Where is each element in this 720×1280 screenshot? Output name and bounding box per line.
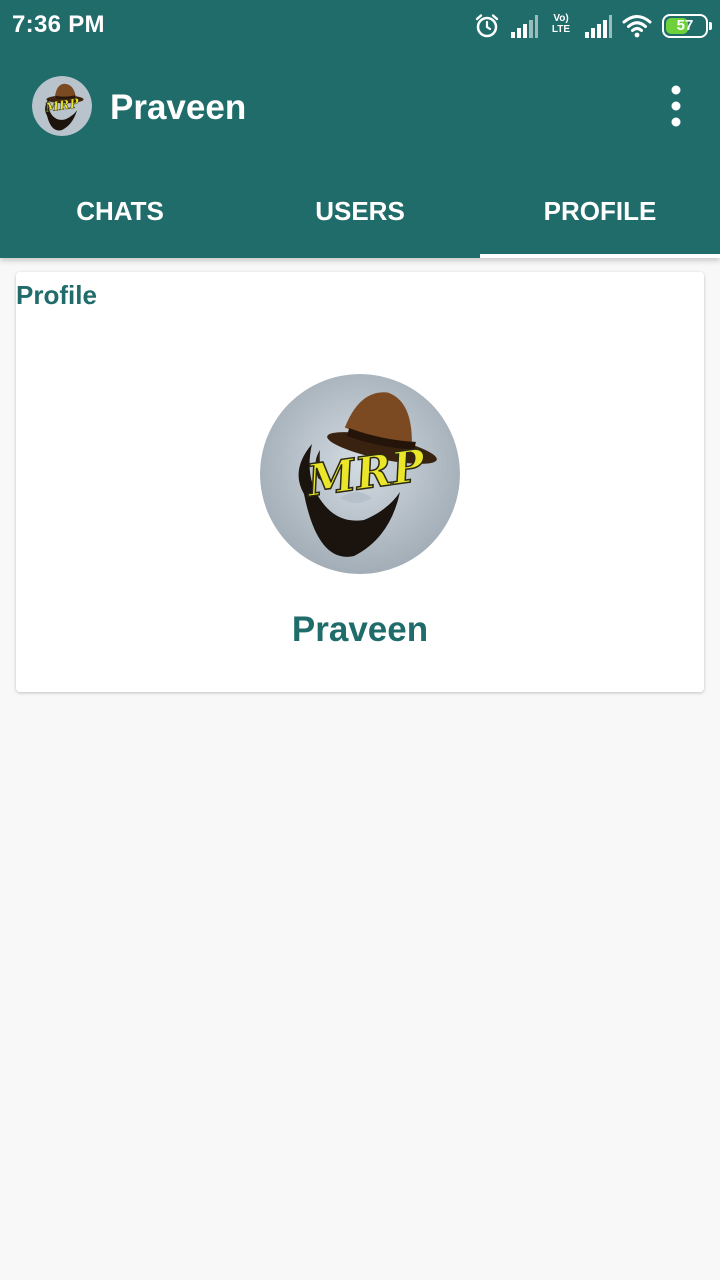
profile-avatar[interactable]: MRP: [260, 374, 460, 574]
tab-label: CHATS: [76, 196, 164, 226]
signal-icon: [511, 15, 538, 38]
battery-icon: 57: [662, 14, 712, 38]
volte-label: Vo) LTE: [551, 13, 571, 35]
status-bar: 7:36 PM Vo) LTE 57: [0, 0, 720, 50]
mrp-logo-avatar: MRP: [260, 374, 460, 574]
tab-label: PROFILE: [543, 196, 657, 226]
tab-bar: CHATS USERS PROFILE: [0, 168, 720, 258]
app-bar: 7:36 PM Vo) LTE 57 MRP Praveen CHATS USE…: [0, 0, 720, 258]
alarm-icon: [475, 14, 499, 38]
mrp-logo-avatar: MRP: [32, 76, 92, 136]
tab-selected-indicator: [480, 254, 720, 258]
wifi-icon: [622, 15, 652, 38]
volte-icon: Vo) LTE: [548, 13, 574, 39]
tab-profile[interactable]: PROFILE: [480, 168, 720, 258]
battery-tip: [709, 22, 712, 30]
toolbar-title: Praveen: [110, 88, 247, 127]
more-vert-icon: [671, 85, 681, 127]
signal-icon: [585, 15, 612, 38]
battery-level: 57: [676, 17, 694, 34]
card-heading: Profile: [16, 280, 97, 310]
status-icons: Vo) LTE 57: [464, 10, 712, 42]
status-time: 7:36 PM: [12, 11, 105, 38]
overflow-menu-button[interactable]: [656, 82, 696, 130]
profile-name: Praveen: [291, 610, 429, 649]
toolbar-avatar[interactable]: MRP: [32, 76, 92, 136]
profile-card: Profile MRP Praveen: [16, 272, 704, 692]
tab-chats[interactable]: CHATS: [0, 168, 240, 258]
tab-label: USERS: [315, 196, 405, 226]
tab-users[interactable]: USERS: [240, 168, 480, 258]
